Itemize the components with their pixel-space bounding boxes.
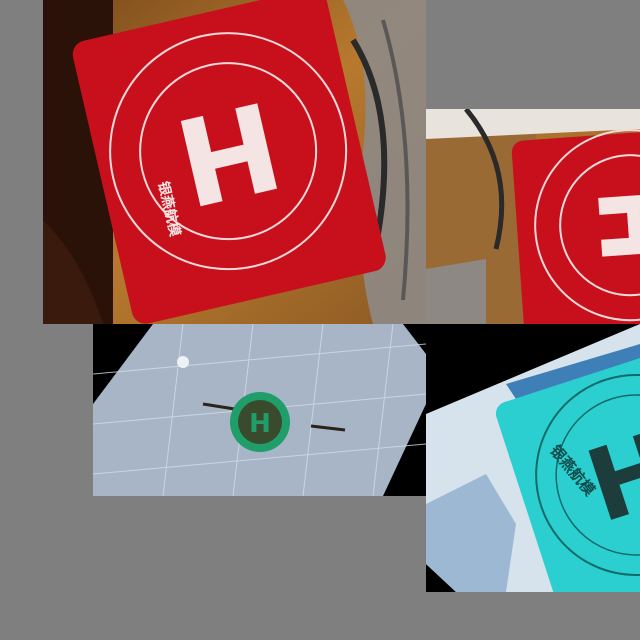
red-landing-pad-photo: H 银燕航模 [43, 0, 426, 324]
aerial-landing-pad-on-grid: H [93, 324, 426, 496]
cyan-landing-pad-photo: H 银燕航模 [426, 324, 640, 592]
pad-letter-h: H [576, 184, 640, 266]
pad-letter-h: H [249, 409, 271, 439]
red-landing-pad-crop: H [426, 109, 640, 324]
